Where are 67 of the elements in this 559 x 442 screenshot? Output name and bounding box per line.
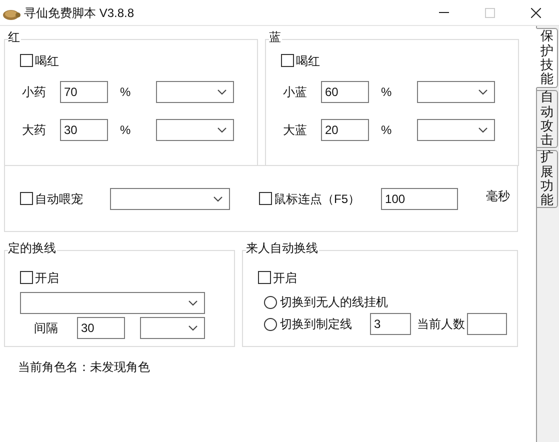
- side-tab[interactable]: 扩展功能: [536, 150, 558, 208]
- checkbox-box[interactable]: [259, 192, 272, 205]
- input-field[interactable]: 20: [321, 119, 369, 141]
- dropdown[interactable]: [156, 81, 234, 103]
- dropdown[interactable]: [156, 119, 234, 141]
- field-label: 大药: [21, 122, 47, 139]
- chevron-down-icon: [478, 89, 488, 95]
- chevron-down-icon: [478, 127, 488, 133]
- status-text: 当前角色名：未发现角色: [18, 359, 151, 376]
- input-field[interactable]: 100: [381, 188, 458, 210]
- checkbox[interactable]: 自动喂宠: [20, 192, 83, 205]
- field-label: 当前人数: [417, 316, 465, 333]
- checkbox-label[interactable]: 开启: [273, 272, 297, 284]
- side-tab[interactable]: 保护技能: [536, 28, 558, 88]
- maximize-icon: [485, 8, 495, 18]
- unit-label: %: [120, 122, 132, 139]
- group-title: 蓝: [269, 31, 282, 43]
- checkbox-label[interactable]: 开启: [35, 272, 59, 284]
- field-label: 间隔: [34, 320, 59, 337]
- chevron-down-icon: [188, 300, 198, 306]
- dropdown[interactable]: [140, 317, 205, 339]
- chevron-down-icon: [188, 325, 198, 331]
- checkbox[interactable]: 开启: [20, 271, 234, 284]
- unit-label: 毫秒: [486, 188, 510, 204]
- checkbox-label[interactable]: 喝红: [35, 54, 59, 66]
- group-title: 定的换线: [8, 242, 57, 254]
- checkbox-label[interactable]: 自动喂宠: [35, 192, 83, 204]
- input-field[interactable]: 3: [370, 313, 411, 335]
- chevron-down-icon: [213, 196, 223, 202]
- checkbox-label[interactable]: 喝红: [296, 54, 320, 66]
- minimize-icon: [439, 12, 449, 13]
- field-label: 大蓝: [282, 122, 308, 139]
- dropdown[interactable]: [20, 292, 205, 314]
- radio-label[interactable]: 切换到无人的线挂机: [280, 293, 388, 311]
- checkbox-box[interactable]: [20, 192, 33, 205]
- input-field[interactable]: [467, 313, 507, 335]
- close-icon: [531, 8, 541, 18]
- unit-label: %: [381, 122, 393, 139]
- input-field[interactable]: 30: [77, 317, 125, 339]
- checkbox-box[interactable]: [281, 54, 294, 67]
- chevron-down-icon: [217, 89, 227, 95]
- dropdown[interactable]: [417, 119, 495, 141]
- checkbox-box[interactable]: [20, 54, 33, 67]
- radio-button[interactable]: [264, 318, 277, 330]
- checkbox-box[interactable]: [258, 271, 271, 284]
- dropdown[interactable]: [417, 81, 495, 103]
- checkbox[interactable]: 喝红: [20, 54, 257, 67]
- group-title: 来人自动换线: [246, 242, 319, 254]
- input-field[interactable]: 70: [60, 81, 108, 103]
- unit-label: %: [120, 84, 132, 101]
- side-tab[interactable]: 自动攻击: [536, 90, 558, 148]
- checkbox[interactable]: 鼠标连点（F5）: [259, 192, 360, 205]
- checkbox[interactable]: 开启: [258, 271, 517, 284]
- radio-label[interactable]: 切换到制定线: [280, 315, 352, 333]
- input-field[interactable]: 30: [60, 119, 108, 141]
- window-title: 寻仙免费脚本 V3.8.8: [24, 4, 134, 22]
- input-field[interactable]: 60: [321, 81, 369, 103]
- field-label: 小药: [21, 84, 47, 101]
- chevron-down-icon: [217, 127, 227, 133]
- group-title: 红: [8, 31, 21, 43]
- checkbox-box[interactable]: [20, 271, 33, 284]
- checkbox[interactable]: 喝红: [281, 54, 518, 67]
- radio-button[interactable]: [264, 296, 277, 308]
- checkbox-label[interactable]: 鼠标连点（F5）: [274, 192, 360, 204]
- unit-label: %: [381, 84, 393, 101]
- dropdown[interactable]: [110, 188, 230, 210]
- field-label: 小蓝: [282, 84, 308, 101]
